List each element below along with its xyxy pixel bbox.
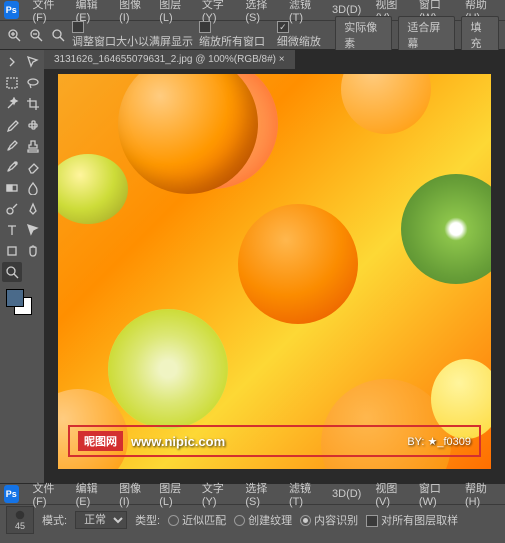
watermark-badge: 昵图网 [78,431,123,451]
checkbox-icon [72,21,84,33]
mode-select[interactable]: 正常 [75,511,127,529]
sample-all-option[interactable]: 对所有图层取样 [366,512,458,528]
expand-icon[interactable] [2,52,22,72]
path-tool[interactable] [23,220,43,240]
history-brush-tool[interactable] [2,157,22,177]
watermark-selection: 昵图网 www.nipic.com BY: ★_f0309 [68,425,481,457]
menu-layer[interactable]: 图层(L) [153,478,194,510]
ps-logo: Ps [4,1,19,19]
scrubby-option[interactable]: 细微缩放 [277,21,329,49]
bottom-menubar: Ps 文件(F) 编辑(E) 图像(I) 图层(L) 文字(Y) 选择(S) 滤… [0,484,505,504]
dodge-tool[interactable] [2,199,22,219]
watermark-author: BY: ★_f0309 [407,435,471,448]
canvas-area: 3131626_164655079631_2.jpg @ 100%(RGB/8#… [44,50,505,483]
fill-screen-button[interactable]: 填充 [461,16,499,54]
menu-image[interactable]: 图像(I) [113,478,151,510]
tools-panel [0,50,44,483]
ps-logo: Ps [4,485,19,503]
menu-window[interactable]: 窗口(W) [413,478,457,510]
document-image: 昵图网 www.nipic.com BY: ★_f0309 [58,74,491,469]
pen-tool[interactable] [23,199,43,219]
zoom-tool[interactable] [2,262,22,282]
blur-tool[interactable] [23,178,43,198]
actual-pixels-button[interactable]: 实际像素 [335,16,392,54]
eyedropper-tool[interactable] [2,115,22,135]
brush-preview[interactable]: 45 [6,506,34,534]
wand-tool[interactable] [2,94,22,114]
menu-filter[interactable]: 滤镜(T) [283,478,324,510]
color-swatches[interactable] [2,289,43,319]
radio-icon [168,515,179,526]
document-tab[interactable]: 3131626_164655079631_2.jpg @ 100%(RGB/8#… [44,50,295,69]
marquee-tool[interactable] [2,73,22,93]
radio-icon [300,515,311,526]
resize-window-option[interactable]: 调整窗口大小以满屏显示 [72,21,193,49]
lasso-tool[interactable] [23,73,43,93]
canvas[interactable]: 昵图网 www.nipic.com BY: ★_f0309 [58,74,491,469]
brush-tool[interactable] [2,136,22,156]
checkbox-icon [199,21,211,33]
menu-type[interactable]: 文字(Y) [196,478,238,510]
proximity-option[interactable]: 近似匹配 [168,512,226,528]
foreground-color[interactable] [6,289,24,307]
create-texture-option[interactable]: 创建纹理 [234,512,292,528]
fit-screen-button[interactable]: 适合屏幕 [398,16,455,54]
type-tool[interactable] [2,220,22,240]
crop-tool[interactable] [23,94,43,114]
workspace: 3131626_164655079631_2.jpg @ 100%(RGB/8#… [0,50,505,483]
menu-edit[interactable]: 编辑(E) [70,478,112,510]
options-bar: 调整窗口大小以满屏显示 缩放所有窗口 细微缩放 实际像素 适合屏幕 填充 [0,20,505,50]
menu-3d[interactable]: 3D(D) [326,486,367,502]
checkbox-icon [366,515,378,527]
bottom-panel: Ps 文件(F) 编辑(E) 图像(I) 图层(L) 文字(Y) 选择(S) 滤… [0,483,505,543]
watermark-url: www.nipic.com [131,434,225,449]
radio-icon [234,515,245,526]
zoom-icon[interactable] [50,26,66,44]
checkbox-icon [277,21,289,33]
gradient-tool[interactable] [2,178,22,198]
eraser-tool[interactable] [23,157,43,177]
menu-view[interactable]: 视图(V) [369,478,411,510]
type-label: 类型: [135,512,160,528]
menu-select[interactable]: 选择(S) [239,478,281,510]
menu-file[interactable]: 文件(F) [27,0,68,26]
zoom-out-icon[interactable] [28,26,44,44]
stamp-tool[interactable] [23,136,43,156]
menu-help[interactable]: 帮助(H) [459,478,501,510]
content-aware-option[interactable]: 内容识别 [300,512,358,528]
zoom-in-icon[interactable] [6,26,22,44]
zoom-all-option[interactable]: 缩放所有窗口 [199,21,271,49]
move-tool[interactable] [23,52,43,72]
mode-label: 模式: [42,512,67,528]
shape-tool[interactable] [2,241,22,261]
hand-tool[interactable] [23,241,43,261]
heal-tool[interactable] [23,115,43,135]
